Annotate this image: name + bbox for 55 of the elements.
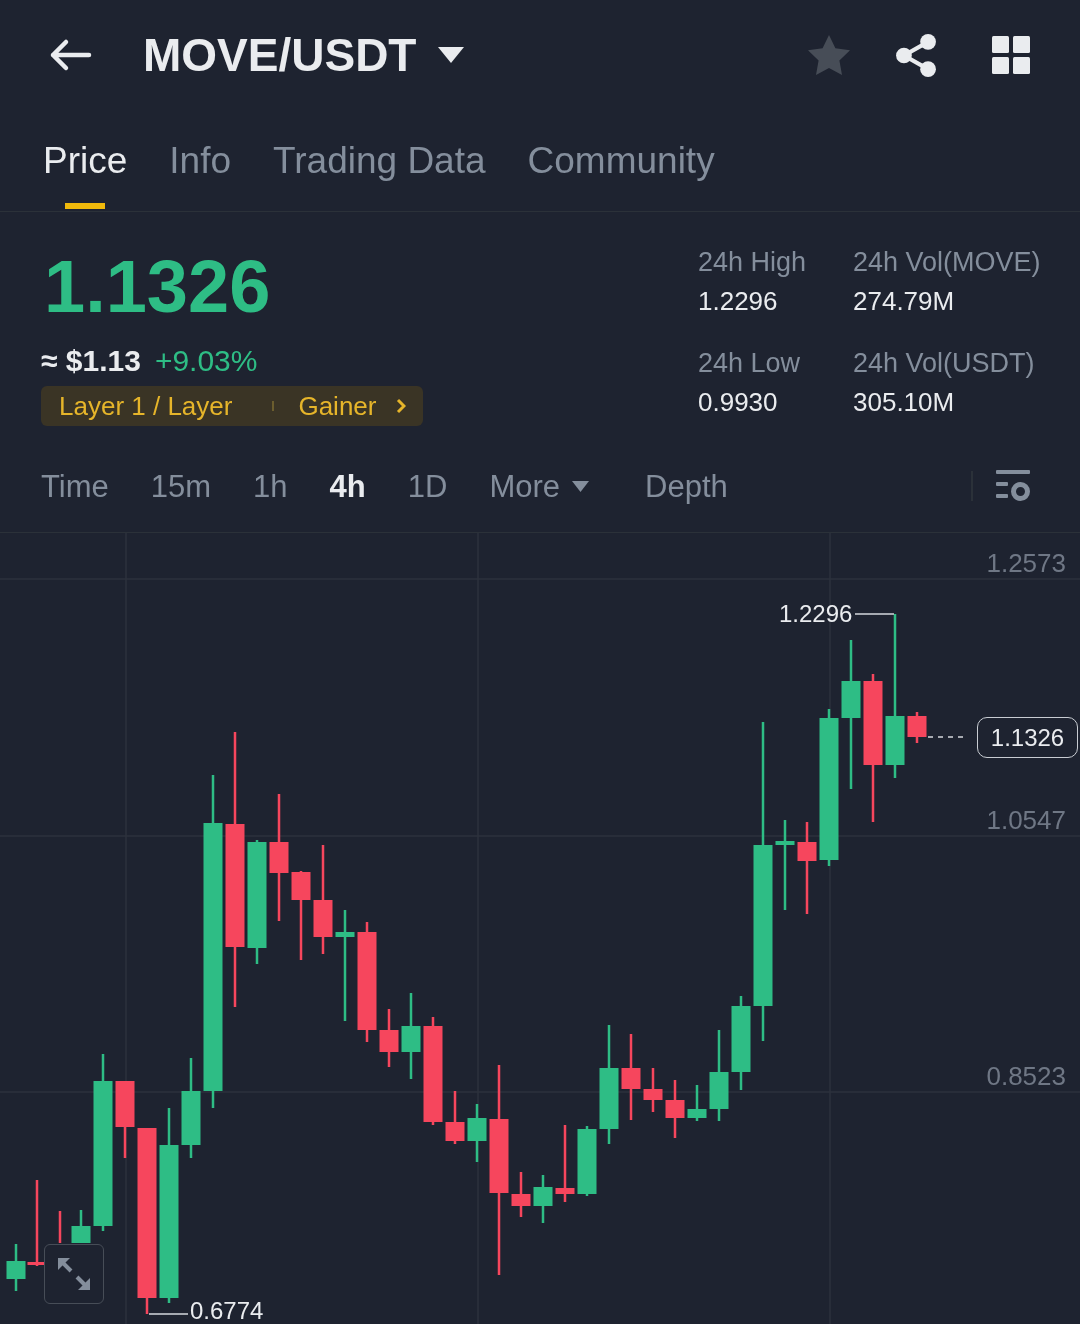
pair-selector[interactable]: MOVE/USDT — [143, 32, 465, 78]
interval-menu[interactable]: More — [489, 470, 589, 502]
stat-label: 24h Low — [698, 350, 802, 377]
stat-value: 305.10M — [853, 389, 956, 415]
chart-view-tab[interactable]: Depth — [645, 470, 728, 502]
candle — [665, 1080, 685, 1138]
price-change: +9.03% — [154, 346, 258, 376]
stat-label: 24h High — [698, 249, 808, 276]
interval-tab[interactable]: 15m — [150, 470, 212, 502]
expand-icon — [57, 1257, 91, 1291]
back-icon[interactable] — [48, 38, 92, 72]
leader-line — [148, 1313, 189, 1315]
candle — [58, 1211, 62, 1243]
settings-icon[interactable] — [996, 470, 1030, 502]
low-price-label: 0.6774 — [190, 1299, 264, 1323]
caret-down-icon — [572, 480, 589, 492]
candle — [445, 1091, 465, 1144]
price-tick: 1.0547 — [986, 807, 1066, 833]
chevron-right-icon[interactable] — [396, 398, 407, 414]
last-price: 1.1326 — [44, 250, 271, 324]
stat-value: 1.2296 — [698, 288, 779, 314]
caret-down-icon — [438, 47, 465, 63]
stat-label: 24h Vol(MOVE) — [853, 249, 1039, 276]
share-icon[interactable] — [896, 33, 936, 77]
fullscreen-button[interactable] — [44, 1244, 104, 1304]
last-price-label: 1.1326 — [977, 717, 1078, 758]
tag-link[interactable]: Layer 1 / Layer — [59, 393, 233, 419]
price-tick: 1.2573 — [986, 550, 1066, 576]
candle — [907, 712, 927, 743]
candle — [379, 1009, 399, 1067]
interval-tab[interactable]: 1D — [407, 470, 448, 502]
candle — [533, 1175, 553, 1223]
candle — [577, 1126, 597, 1196]
interval-tab[interactable]: 1h — [253, 470, 288, 502]
fiat-price: ≈ $1.13 — [41, 346, 141, 376]
tab[interactable]: Info — [169, 110, 232, 211]
star-icon[interactable] — [808, 35, 850, 75]
candle — [467, 1104, 487, 1162]
interval-tab[interactable]: 4h — [329, 470, 366, 502]
candle — [71, 1210, 91, 1243]
price-tick: 0.8523 — [986, 1063, 1066, 1089]
tag-link[interactable]: Gainer — [298, 393, 377, 419]
candle — [687, 1085, 707, 1121]
tab[interactable]: Trading Data — [273, 110, 486, 211]
stat-value: 274.79M — [853, 288, 956, 314]
grid-icon[interactable] — [992, 36, 1030, 74]
tab[interactable]: Price — [43, 110, 128, 211]
high-price-label: 1.2296 — [779, 602, 853, 626]
stat-label: 24h Vol(USDT) — [853, 350, 1036, 377]
leader-line — [854, 613, 895, 615]
tab[interactable]: Community — [527, 110, 715, 211]
interval-tab[interactable]: Time — [41, 470, 109, 502]
candle — [643, 1068, 663, 1112]
candle — [511, 1172, 531, 1217]
stat-value: 0.9930 — [698, 389, 779, 415]
